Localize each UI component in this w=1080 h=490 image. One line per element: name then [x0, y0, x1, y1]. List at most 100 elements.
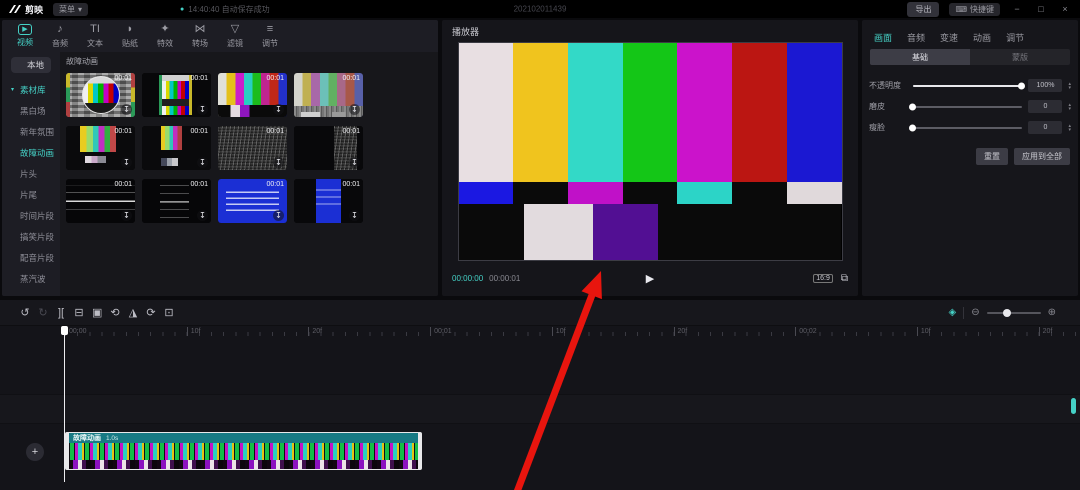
inspector-tab-audio[interactable]: 音频 [907, 28, 925, 46]
download-icon[interactable]: ↧ [197, 210, 208, 221]
download-icon[interactable]: ↧ [197, 104, 208, 115]
freeze-frame-icon[interactable]: ▣ [92, 306, 102, 319]
sidebar-item-glitch[interactable]: 故障动画 [2, 142, 60, 163]
sidebar-item-outro[interactable]: 片尾 [2, 184, 60, 205]
value-stepper[interactable]: ▴ ▾ [1068, 82, 1071, 90]
media-tab-transition[interactable]: ⋈ 转场 [189, 23, 211, 52]
sidebar-item-intro[interactable]: 片头 [2, 163, 60, 184]
mirror-icon[interactable]: ◮ [128, 306, 138, 319]
reverse-icon[interactable]: ⟲ [110, 306, 120, 319]
slider-handle[interactable] [909, 124, 916, 131]
redo-icon[interactable]: ↻ [38, 306, 48, 319]
zoom-out-icon[interactable]: ⊖ [971, 307, 979, 318]
property-value[interactable]: 100% [1028, 79, 1062, 92]
delete-icon[interactable]: ⊟ [74, 306, 84, 319]
minimize-button[interactable]: − [1010, 4, 1024, 14]
zoom-slider-handle[interactable] [1003, 309, 1011, 317]
duration-badge: 00:01 [190, 181, 208, 188]
timeline-ruler[interactable]: 00:0010f20f00:0110f20f00:0210f20f [0, 326, 1080, 338]
download-icon[interactable]: ↧ [197, 157, 208, 168]
sidebar-item-funny-clips[interactable]: 搞笑片段 [2, 226, 60, 247]
property-slider[interactable] [913, 106, 1022, 108]
media-tab-effects[interactable]: ✦ 特效 [154, 23, 176, 52]
download-icon[interactable]: ↧ [273, 210, 284, 221]
sidebar-item-dubbing-clips[interactable]: 配音片段 [2, 247, 60, 268]
property-value[interactable]: 0 [1028, 121, 1062, 134]
download-icon[interactable]: ↧ [349, 210, 360, 221]
reset-button[interactable]: 重置 [976, 148, 1008, 165]
sidebar-item-library[interactable]: ▾ 素材库 [2, 79, 60, 100]
download-icon[interactable]: ↧ [121, 210, 132, 221]
shortcuts-button[interactable]: ⌨ 快捷键 [949, 3, 1000, 16]
thumbnail-bluescreen[interactable]: 00:01 ↧ [218, 179, 287, 223]
thumbnail-bars-partial[interactable]: 00:01 ↧ [66, 126, 135, 170]
rotate-icon[interactable]: ⟳ [146, 306, 156, 319]
thumbnail-noise-narrow[interactable]: 00:01 ↧ [294, 126, 363, 170]
maximize-button[interactable]: □ [1034, 4, 1048, 14]
download-icon[interactable]: ↧ [349, 157, 360, 168]
thumbnail-bluescreen-narrow[interactable]: 00:01 ↧ [294, 179, 363, 223]
inspector-tab-adjust[interactable]: 调节 [1006, 28, 1024, 46]
download-icon[interactable]: ↧ [121, 104, 132, 115]
download-icon[interactable]: ↧ [273, 157, 284, 168]
download-icon[interactable]: ↧ [121, 157, 132, 168]
add-media-button[interactable]: + [26, 443, 44, 461]
clip-filmstrip [69, 443, 418, 460]
undo-icon[interactable]: ↺ [20, 306, 30, 319]
slider-handle[interactable] [1018, 82, 1025, 89]
download-icon[interactable]: ↧ [273, 104, 284, 115]
crop-icon[interactable]: ⊡ [164, 306, 174, 319]
sidebar-item-new-year[interactable]: 新年氛围 [2, 121, 60, 142]
thumbnail-bars-partial-narrow[interactable]: 00:01 ↧ [142, 126, 211, 170]
timeline-clip[interactable]: 故障动画 1.0s [65, 432, 422, 470]
slider-handle[interactable] [909, 103, 916, 110]
playhead-handle[interactable] [61, 326, 68, 335]
apply-to-all-button[interactable]: 应用到全部 [1014, 148, 1070, 165]
thumbnail-bars-gray[interactable]: 00:01 ↧ [294, 73, 363, 117]
menu-button[interactable]: 菜单 ▾ [53, 3, 88, 16]
value-stepper[interactable]: ▴ ▾ [1068, 124, 1071, 132]
media-tab-video[interactable]: ▶ 视频 [14, 23, 36, 52]
sidebar-item-vaporwave[interactable]: 蒸汽波 [2, 268, 60, 289]
close-button[interactable]: × [1058, 4, 1072, 14]
thumbnail-lines[interactable]: 00:01 ↧ [66, 179, 135, 223]
sidebar-item-black-white[interactable]: 黑白场 [2, 100, 60, 121]
property-slider[interactable] [913, 85, 1022, 87]
clip-filmstrip-lower [69, 460, 418, 469]
thumbnail-noise[interactable]: 00:01 ↧ [218, 126, 287, 170]
sidebar-item-time-clips[interactable]: 时间片段 [2, 205, 60, 226]
sidebar-item-local[interactable]: 本地 [11, 57, 51, 73]
stepper-down-icon[interactable]: ▾ [1068, 107, 1071, 111]
inspector-tab-picture[interactable]: 画面 [874, 28, 892, 46]
value-stepper[interactable]: ▴ ▾ [1068, 103, 1071, 111]
inspector-tab-animation[interactable]: 动画 [973, 28, 991, 46]
playhead[interactable] [64, 326, 65, 482]
fullscreen-icon[interactable]: ⧉ [841, 273, 848, 284]
vertical-scrollbar-thumb[interactable] [1071, 398, 1076, 414]
thumbnail-testcard-narrow[interactable]: 00:01 ↧ [142, 73, 211, 117]
snap-icon[interactable]: ◈ [949, 307, 957, 318]
stepper-down-icon[interactable]: ▾ [1068, 128, 1071, 132]
property-slider[interactable] [913, 127, 1022, 129]
thumbnail-bars-bright[interactable]: 00:01 ↧ [218, 73, 287, 117]
thumbnail-testcard[interactable]: 00:01 ↧ [66, 73, 135, 117]
download-icon[interactable]: ↧ [349, 104, 360, 115]
property-value[interactable]: 0 [1028, 100, 1062, 113]
media-tab-text[interactable]: TI 文本 [84, 23, 106, 52]
split-icon[interactable]: ][ [56, 306, 66, 319]
subtab-basic[interactable]: 基础 [870, 49, 970, 65]
property-opacity: 不透明度 100% ▴ ▾ [862, 75, 1078, 96]
media-tab-filter[interactable]: ▽ 滤镜 [224, 23, 246, 52]
aspect-ratio-button[interactable]: 16:9 [813, 274, 833, 283]
subtab-mask[interactable]: 蒙版 [970, 49, 1070, 65]
play-button[interactable]: ▶ [646, 272, 654, 285]
export-button[interactable]: 导出 [907, 2, 939, 17]
media-tab-audio[interactable]: ♪ 音频 [49, 23, 71, 52]
media-tab-sticker[interactable]: ◗ 贴纸 [119, 23, 141, 52]
zoom-in-icon[interactable]: ⊕ [1048, 307, 1056, 318]
timeline-zoom-slider[interactable] [987, 312, 1041, 314]
thumbnail-lines-narrow[interactable]: 00:01 ↧ [142, 179, 211, 223]
stepper-down-icon[interactable]: ▾ [1068, 86, 1071, 90]
media-tab-adjust[interactable]: ≡ 调节 [259, 23, 281, 52]
inspector-tab-speed[interactable]: 变速 [940, 28, 958, 46]
